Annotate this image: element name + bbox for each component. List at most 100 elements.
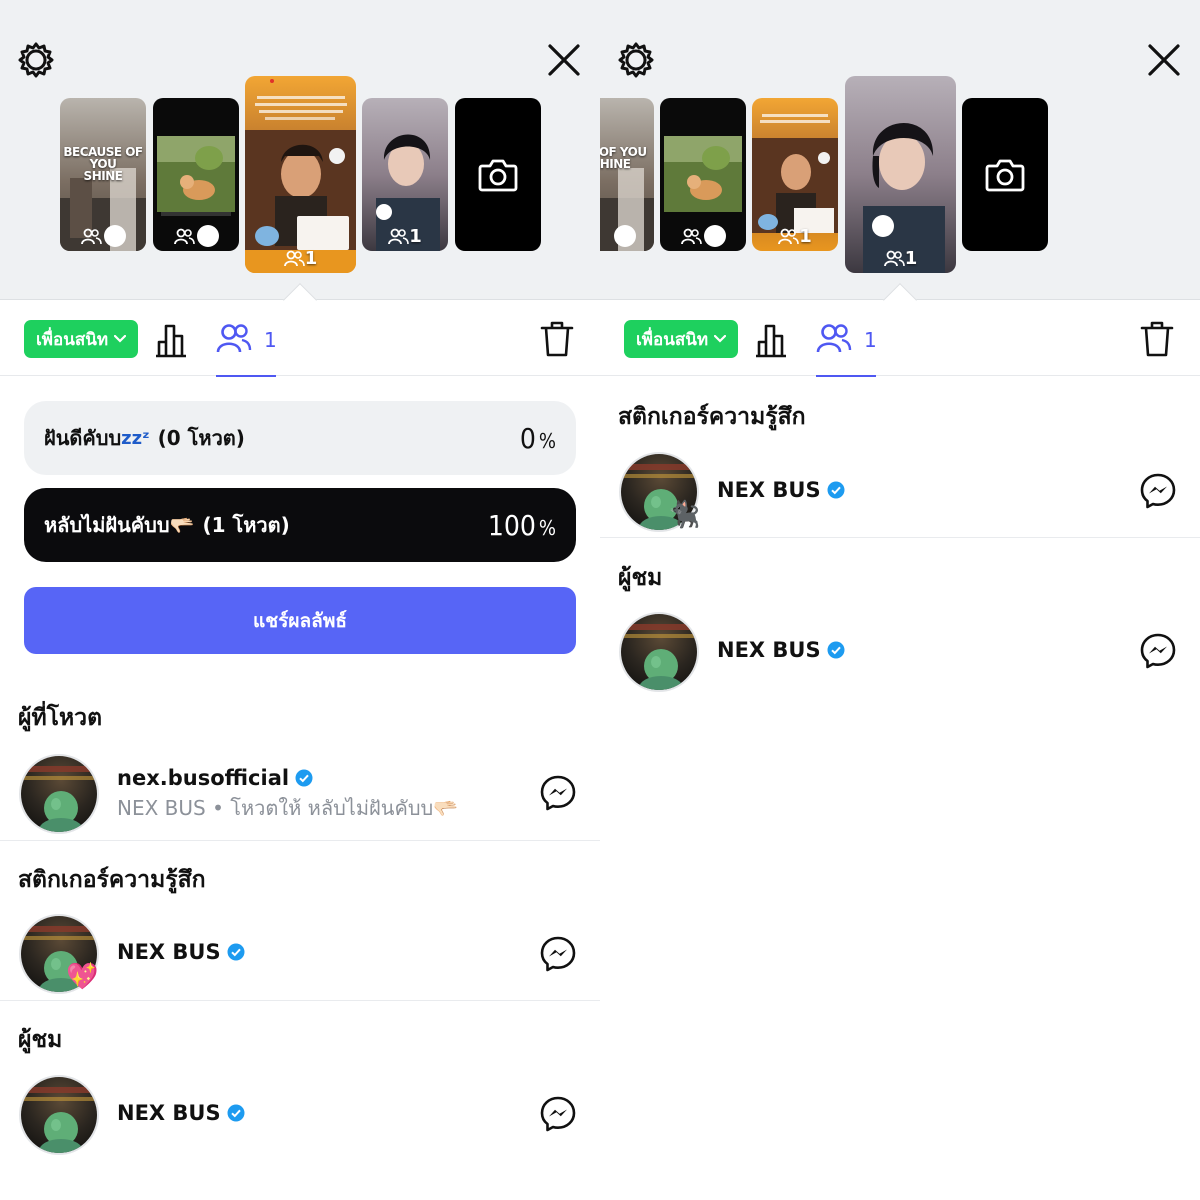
delete-button[interactable] (1140, 320, 1174, 362)
viewers-count: 1 (864, 328, 877, 352)
close-icon (548, 44, 580, 76)
bar-chart-icon (156, 324, 186, 358)
send-message-button[interactable] (1139, 632, 1177, 670)
reaction-row[interactable]: 💖 NEX BUS (0, 912, 600, 1001)
poll-option-percent: 100% (487, 508, 556, 542)
messenger-icon (1140, 633, 1176, 669)
viewers-tab[interactable]: 1 (216, 322, 277, 377)
poll-option-percent: 0% (519, 421, 556, 455)
trash-icon (1140, 321, 1174, 357)
reaction-row[interactable]: 🐈‍⬛ NEX BUS (600, 450, 1200, 538)
people-icon (778, 228, 800, 245)
view-count: 1 (245, 248, 356, 269)
poll-option: ฝันดีคับบ zzᶻ (0 โหวต) 0% (24, 401, 576, 475)
gear-icon (618, 42, 654, 78)
username: NEX BUS (717, 478, 821, 502)
bar-chart-icon (756, 324, 786, 358)
people-icon (680, 228, 702, 245)
poll-option-votes: (1 โหวต) (202, 513, 290, 537)
insights-tab[interactable] (153, 322, 189, 362)
send-message-button[interactable] (1139, 472, 1177, 510)
story-thumbnail[interactable]: BECAUSE OF YOU SHINE (60, 98, 146, 251)
poll-option-label: หลับไม่ฝันคับบ🫳🏻 (44, 513, 195, 537)
story-overlay-text: BECAUSE OF YOU (63, 145, 143, 171)
viewer-row[interactable]: NEX BUS (600, 610, 1200, 699)
profile-dot (103, 225, 126, 247)
story-thumbnail[interactable]: 1 (362, 98, 448, 251)
gear-icon (18, 42, 54, 78)
poll-option-label: ฝันดีคับบ (44, 426, 122, 450)
left-screen: BECAUSE OF YOU SHINE 1 1 เพื่อนสนิท 1 ฝั… (0, 0, 600, 1200)
viewers-tab[interactable]: 1 (816, 322, 877, 377)
chevron-down-icon (714, 335, 727, 343)
story-overlay-text: SHINE (600, 157, 631, 171)
messenger-icon (1140, 473, 1176, 509)
trash-icon (540, 321, 574, 357)
right-screen: ISE OF YOU SHINE (600, 0, 1200, 1200)
reaction-sticker: 🐈‍⬛ (668, 500, 701, 530)
story-tray: ISE OF YOU SHINE (600, 0, 1200, 300)
add-story-button[interactable] (962, 98, 1048, 251)
people-icon (388, 228, 410, 245)
story-thumbnail[interactable] (153, 98, 239, 251)
username: NEX BUS (717, 638, 821, 662)
settings-button[interactable] (16, 40, 56, 80)
audience-dropdown[interactable]: เพื่อนสนิท (24, 320, 138, 358)
view-count: 1 (845, 248, 956, 269)
close-icon (1148, 44, 1180, 76)
story-tray: BECAUSE OF YOU SHINE 1 1 (0, 0, 600, 300)
voter-row[interactable]: nex.busofficial NEX BUS • โหวตให้ หลับไม… (0, 752, 600, 841)
active-tab-indicator (816, 375, 876, 377)
reactions-section-title: สติกเกอร์ความรู้สึก (618, 404, 806, 430)
audience-label: เพื่อนสนิท (635, 329, 709, 350)
close-button[interactable] (1144, 40, 1184, 80)
verified-badge-icon (227, 943, 245, 961)
story-thumbnail[interactable] (660, 98, 746, 251)
insights-tab[interactable] (753, 322, 789, 362)
audience-label: เพื่อนสนิท (35, 329, 109, 350)
avatar[interactable] (619, 612, 699, 692)
avatar[interactable] (19, 754, 99, 834)
send-message-button[interactable] (539, 774, 577, 812)
view-count-number: 1 (304, 248, 318, 269)
reaction-sticker: 💖 (66, 962, 99, 992)
verified-badge-icon (827, 481, 845, 499)
verified-badge-icon (827, 641, 845, 659)
delete-button[interactable] (540, 320, 574, 362)
people-icon (173, 228, 195, 245)
story-image (845, 76, 956, 273)
view-count-number: 1 (409, 226, 422, 247)
voters-section-title: ผู้ที่โหวต (18, 705, 103, 731)
story-thumbnail[interactable]: 1 (752, 98, 838, 251)
username: NEX BUS (117, 1101, 221, 1125)
send-message-button[interactable] (539, 935, 577, 973)
add-story-button[interactable] (455, 98, 541, 251)
messenger-icon (540, 936, 576, 972)
chevron-down-icon (114, 335, 127, 343)
audience-dropdown[interactable]: เพื่อนสนิท (624, 320, 738, 358)
username: NEX BUS (117, 940, 221, 964)
viewers-count: 1 (264, 328, 277, 352)
view-count: 1 (752, 226, 838, 247)
story-thumbnail-selected[interactable]: 1 (845, 76, 956, 273)
profile-dot (614, 225, 636, 247)
close-button[interactable] (544, 40, 584, 80)
view-count (600, 225, 654, 247)
view-count (153, 225, 239, 247)
viewer-row[interactable]: NEX BUS (0, 1073, 600, 1162)
people-icon (80, 228, 102, 245)
messenger-icon (540, 775, 576, 811)
share-results-button[interactable]: แชร์ผลลัพธ์ (24, 587, 576, 654)
verified-badge-icon (295, 769, 313, 787)
camera-icon (478, 159, 518, 191)
active-tab-indicator (216, 375, 276, 377)
viewers-section-title: ผู้ชม (18, 1027, 63, 1053)
profile-dot (703, 225, 726, 247)
settings-button[interactable] (616, 40, 656, 80)
avatar[interactable] (19, 1075, 99, 1155)
poll-option-winner: หลับไม่ฝันคับบ🫳🏻 (1 โหวต) 100% (24, 488, 576, 562)
story-thumbnail[interactable]: ISE OF YOU SHINE (600, 98, 654, 251)
send-message-button[interactable] (539, 1095, 577, 1133)
poll-option-emoji: zzᶻ (121, 427, 150, 449)
story-thumbnail-selected[interactable]: 1 (245, 76, 356, 273)
